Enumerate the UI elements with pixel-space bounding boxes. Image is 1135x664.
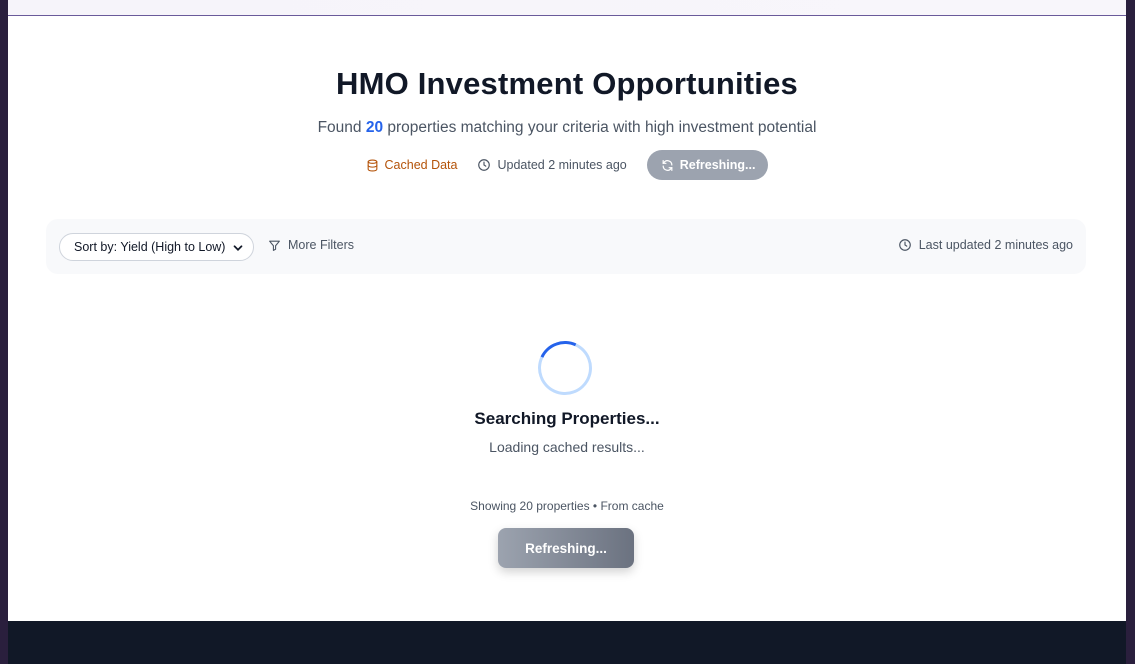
summary-suffix: properties matching your criteria with h…	[387, 119, 817, 136]
loading-spinner	[530, 333, 600, 403]
filter-bar: Sort by: Yield (High to Low) More Filter…	[46, 219, 1086, 274]
loading-heading: Searching Properties...	[474, 409, 660, 428]
result-count: 20	[365, 119, 384, 136]
chevron-down-icon	[233, 245, 243, 251]
app-window: HMO Investment Opportunities Found 20 pr…	[8, 0, 1126, 664]
top-nav-strip	[8, 0, 1126, 16]
refresh-results-button[interactable]: Refreshing...	[498, 528, 634, 568]
refresh-icon	[662, 159, 673, 171]
database-icon	[367, 159, 377, 171]
sort-select[interactable]: Sort by: Yield (High to Low)	[59, 233, 254, 261]
results-count-text: Showing 20 properties • From cache	[470, 499, 664, 513]
page-title: HMO Investment Opportunities	[335, 66, 799, 101]
more-filters-button[interactable]: More Filters	[268, 238, 354, 252]
refresh-button-label: Refreshing...	[679, 158, 756, 172]
updated-label: Updated 2 minutes ago	[497, 158, 627, 172]
last-updated-label: Last updated 2 minutes ago	[918, 238, 1073, 252]
more-filters-label: More Filters	[288, 238, 354, 252]
status-row: Cached Data Updated 2 minutes ago Refres…	[8, 150, 1126, 180]
last-updated-status: Last updated 2 minutes ago	[898, 238, 1073, 252]
updated-status: Updated 2 minutes ago	[477, 158, 627, 172]
sort-value: Sort by: Yield (High to Low)	[74, 240, 226, 254]
loading-subtext: Loading cached results...	[489, 439, 645, 455]
cached-label: Cached Data	[384, 158, 458, 172]
cached-badge: Cached Data	[366, 158, 458, 172]
page-footer	[8, 621, 1126, 664]
results-summary: Found 20 properties matching your criter…	[8, 119, 1126, 137]
clock-icon	[478, 159, 491, 171]
clock-icon	[898, 239, 911, 251]
summary-prefix: Found	[317, 119, 362, 136]
refresh-button[interactable]: Refreshing...	[646, 150, 769, 180]
filter-icon	[269, 240, 280, 251]
